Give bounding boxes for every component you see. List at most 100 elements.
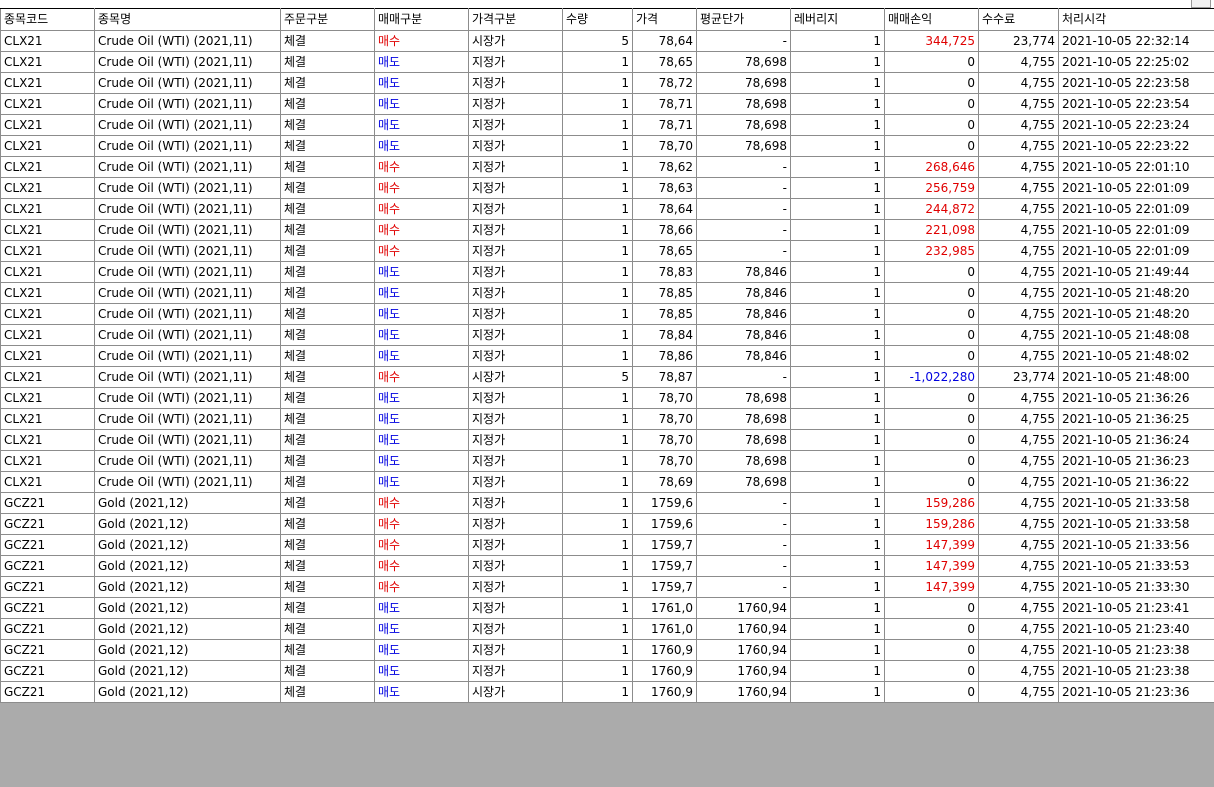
- table-row[interactable]: GCZ21 Gold (2021,12) 체결 매수 지정가 1 1759,6-1 159,2…: [0, 513, 1214, 535]
- cell-leverage: 1: [790, 324, 885, 346]
- cell-side: 매도: [374, 618, 469, 640]
- col-header-pnl[interactable]: 매매손익: [884, 8, 979, 31]
- cell-time: 2021-10-05 22:23:22: [1058, 135, 1214, 157]
- cell-time: 2021-10-05 21:23:40: [1058, 618, 1214, 640]
- cell-leverage: 1: [790, 534, 885, 556]
- cell-order-type: 체결: [280, 219, 375, 241]
- cell-price: 78,65: [632, 51, 697, 73]
- col-header-fee[interactable]: 수수료: [978, 8, 1059, 31]
- table-row[interactable]: CLX21 Crude Oil (WTI) (2021,11) 체결 매수 지정가 1 78…: [0, 198, 1214, 220]
- cell-quantity: 1: [562, 660, 633, 682]
- cell-order-type: 체결: [280, 450, 375, 472]
- table-row[interactable]: CLX21 Crude Oil (WTI) (2021,11) 체결 매도 지정가 1 78…: [0, 345, 1214, 367]
- table-row[interactable]: GCZ21 Gold (2021,12) 체결 매수 지정가 1 1759,7-1 147,3…: [0, 555, 1214, 577]
- cell-price: 1760,9: [632, 681, 697, 703]
- grid-corner-button[interactable]: [1191, 0, 1211, 8]
- cell-pnl: 0: [884, 324, 979, 346]
- col-header-side[interactable]: 매매구분: [374, 8, 469, 31]
- col-header-avg-price[interactable]: 평균단가: [696, 8, 791, 31]
- table-row[interactable]: CLX21 Crude Oil (WTI) (2021,11) 체결 매수 지정가 1 78…: [0, 177, 1214, 199]
- col-header-price[interactable]: 가격: [632, 8, 697, 31]
- cell-code: CLX21: [0, 240, 95, 262]
- table-row[interactable]: CLX21 Crude Oil (WTI) (2021,11) 체결 매도 지정가 1 78…: [0, 387, 1214, 409]
- col-header-order-type[interactable]: 주문구분: [280, 8, 375, 31]
- cell-quantity: 1: [562, 513, 633, 535]
- col-header-time[interactable]: 처리시각: [1058, 8, 1214, 31]
- cell-fee: 4,755: [978, 345, 1059, 367]
- col-header-code[interactable]: 종목코드: [0, 8, 95, 31]
- table-row[interactable]: GCZ21 Gold (2021,12) 체결 매도 지정가 1 1761,0 1760,94…: [0, 618, 1214, 640]
- cell-quantity: 1: [562, 303, 633, 325]
- cell-code: CLX21: [0, 387, 95, 409]
- cell-pnl: 0: [884, 345, 979, 367]
- cell-side: 매수: [374, 555, 469, 577]
- cell-code: CLX21: [0, 345, 95, 367]
- cell-side: 매도: [374, 639, 469, 661]
- table-row[interactable]: CLX21 Crude Oil (WTI) (2021,11) 체결 매도 지정가 1 78…: [0, 114, 1214, 136]
- table-row[interactable]: CLX21 Crude Oil (WTI) (2021,11) 체결 매도 지정가 1 78…: [0, 261, 1214, 283]
- cell-fee: 4,755: [978, 639, 1059, 661]
- cell-price: 1760,9: [632, 639, 697, 661]
- table-row[interactable]: GCZ21 Gold (2021,12) 체결 매수 지정가 1 1759,6-1 159,2…: [0, 492, 1214, 514]
- cell-pnl: 268,646: [884, 156, 979, 178]
- table-row[interactable]: GCZ21 Gold (2021,12) 체결 매도 지정가 1 1760,9 1760,94…: [0, 639, 1214, 661]
- cell-fee: 4,755: [978, 282, 1059, 304]
- cell-side: 매도: [374, 282, 469, 304]
- cell-quantity: 1: [562, 324, 633, 346]
- cell-fee: 4,755: [978, 135, 1059, 157]
- table-row[interactable]: CLX21 Crude Oil (WTI) (2021,11) 체결 매도 지정가 1 78…: [0, 93, 1214, 115]
- col-header-name[interactable]: 종목명: [94, 8, 281, 31]
- table-row[interactable]: CLX21 Crude Oil (WTI) (2021,11) 체결 매수 지정가 1 78…: [0, 156, 1214, 178]
- table-row[interactable]: CLX21 Crude Oil (WTI) (2021,11) 체결 매수 지정가 1 78…: [0, 240, 1214, 262]
- cell-name: Crude Oil (WTI) (2021,11): [94, 429, 281, 451]
- col-header-quantity[interactable]: 수량: [562, 8, 633, 31]
- cell-order-type: 체결: [280, 156, 375, 178]
- cell-time: 2021-10-05 21:36:25: [1058, 408, 1214, 430]
- table-row[interactable]: CLX21 Crude Oil (WTI) (2021,11) 체결 매도 지정가 1 78…: [0, 429, 1214, 451]
- cell-price: 78,71: [632, 93, 697, 115]
- cell-leverage: 1: [790, 366, 885, 388]
- cell-fee: 23,774: [978, 366, 1059, 388]
- table-row[interactable]: GCZ21 Gold (2021,12) 체결 매도 지정가 1 1760,9 1760,94…: [0, 660, 1214, 682]
- cell-pnl: 0: [884, 303, 979, 325]
- cell-leverage: 1: [790, 408, 885, 430]
- cell-leverage: 1: [790, 513, 885, 535]
- cell-side: 매수: [374, 513, 469, 535]
- table-row[interactable]: CLX21 Crude Oil (WTI) (2021,11) 체결 매도 지정가 1 78…: [0, 471, 1214, 493]
- cell-price: 78,83: [632, 261, 697, 283]
- cell-order-type: 체결: [280, 282, 375, 304]
- table-row[interactable]: CLX21 Crude Oil (WTI) (2021,11) 체결 매수 시장가 5 78…: [0, 30, 1214, 52]
- cell-price-type: 지정가: [468, 177, 563, 199]
- table-row[interactable]: CLX21 Crude Oil (WTI) (2021,11) 체결 매수 지정가 1 78…: [0, 219, 1214, 241]
- table-row[interactable]: CLX21 Crude Oil (WTI) (2021,11) 체결 매수 시장가 5 78…: [0, 366, 1214, 388]
- col-header-price-type[interactable]: 가격구분: [468, 8, 563, 31]
- cell-pnl: 0: [884, 408, 979, 430]
- table-row[interactable]: CLX21 Crude Oil (WTI) (2021,11) 체결 매도 지정가 1 78…: [0, 303, 1214, 325]
- table-row[interactable]: GCZ21 Gold (2021,12) 체결 매수 지정가 1 1759,7-1 147,3…: [0, 534, 1214, 556]
- table-row[interactable]: CLX21 Crude Oil (WTI) (2021,11) 체결 매도 지정가 1 78…: [0, 282, 1214, 304]
- table-row[interactable]: CLX21 Crude Oil (WTI) (2021,11) 체결 매도 지정가 1 78…: [0, 450, 1214, 472]
- cell-price-type: 지정가: [468, 513, 563, 535]
- table-row[interactable]: CLX21 Crude Oil (WTI) (2021,11) 체결 매도 지정가 1 78…: [0, 51, 1214, 73]
- cell-name: Gold (2021,12): [94, 660, 281, 682]
- table-row[interactable]: CLX21 Crude Oil (WTI) (2021,11) 체결 매도 지정가 1 78…: [0, 135, 1214, 157]
- cell-time: 2021-10-05 21:23:41: [1058, 597, 1214, 619]
- cell-name: Crude Oil (WTI) (2021,11): [94, 366, 281, 388]
- table-row[interactable]: GCZ21 Gold (2021,12) 체결 매수 지정가 1 1759,7-1 147,3…: [0, 576, 1214, 598]
- cell-quantity: 1: [562, 114, 633, 136]
- col-header-leverage[interactable]: 레버리지: [790, 8, 885, 31]
- table-row[interactable]: CLX21 Crude Oil (WTI) (2021,11) 체결 매도 지정가 1 78…: [0, 408, 1214, 430]
- cell-time: 2021-10-05 21:23:38: [1058, 660, 1214, 682]
- cell-side: 매도: [374, 597, 469, 619]
- cell-quantity: 1: [562, 492, 633, 514]
- cell-code: CLX21: [0, 324, 95, 346]
- cell-time: 2021-10-05 21:36:24: [1058, 429, 1214, 451]
- table-row[interactable]: GCZ21 Gold (2021,12) 체결 매도 시장가 1 1760,9 1760,94…: [0, 681, 1214, 703]
- cell-avg-price: 1760,94: [696, 597, 791, 619]
- table-row[interactable]: GCZ21 Gold (2021,12) 체결 매도 지정가 1 1761,0 1760,94…: [0, 597, 1214, 619]
- cell-price: 1759,6: [632, 513, 697, 535]
- cell-time: 2021-10-05 21:33:58: [1058, 513, 1214, 535]
- table-row[interactable]: CLX21 Crude Oil (WTI) (2021,11) 체결 매도 지정가 1 78…: [0, 324, 1214, 346]
- cell-side: 매수: [374, 177, 469, 199]
- table-row[interactable]: CLX21 Crude Oil (WTI) (2021,11) 체결 매도 지정가 1 78…: [0, 72, 1214, 94]
